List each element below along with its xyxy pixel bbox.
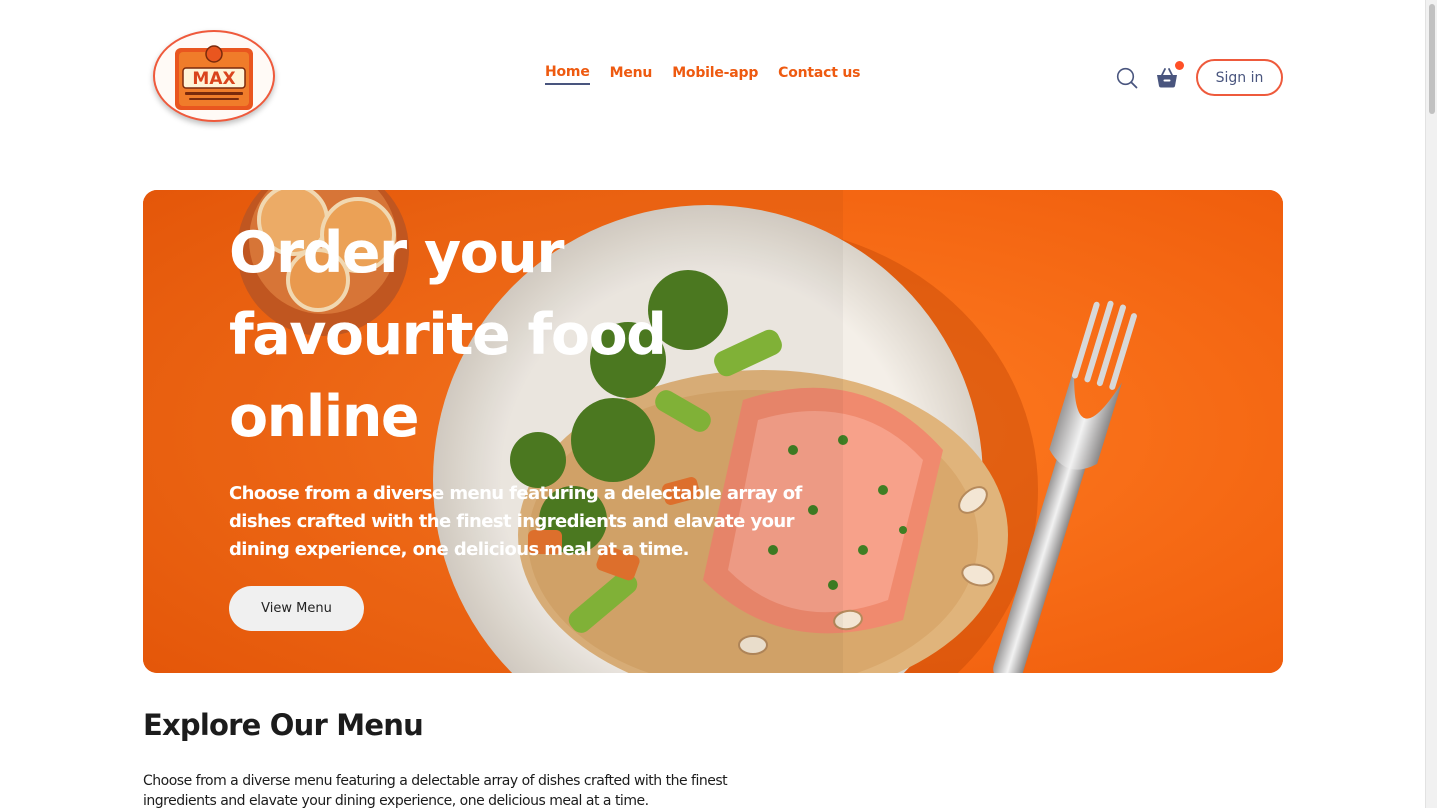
nav-link-menu[interactable]: Menu — [610, 65, 653, 84]
search-button[interactable] — [1114, 65, 1140, 91]
nav-link-home[interactable]: Home — [545, 64, 590, 85]
explore-menu-description: Choose from a diverse menu featuring a d… — [143, 773, 728, 808]
explore-menu-title: Explore Our Menu — [143, 708, 424, 742]
nav-link-mobile-app[interactable]: Mobile-app — [672, 65, 758, 84]
cart-indicator-dot — [1175, 60, 1184, 70]
sign-in-button[interactable]: Sign in — [1196, 59, 1283, 96]
scrollbar-thumb[interactable] — [1429, 4, 1435, 114]
page-scrollbar[interactable] — [1425, 0, 1437, 808]
main-nav: Home Menu Mobile-app Contact us — [545, 64, 861, 85]
hero-banner: Order your favourite food online Choose … — [143, 190, 1283, 673]
hero-description: Choose from a diverse menu featuring a d… — [229, 483, 802, 560]
cart-button[interactable] — [1154, 60, 1184, 91]
search-icon — [1116, 67, 1138, 88]
view-menu-button[interactable]: View Menu — [229, 586, 364, 631]
navbar: MAX Home Menu Mobile-app Contact us Sign… — [143, 28, 1283, 123]
logo-emblem-icon: MAX — [175, 45, 253, 110]
page: MAX Home Menu Mobile-app Contact us Sign… — [0, 0, 1437, 808]
brand-logo[interactable]: MAX — [153, 30, 275, 122]
hero-title: Order your favourite food online — [229, 220, 667, 450]
logo-text: MAX — [192, 69, 235, 89]
basket-icon — [1157, 67, 1177, 87]
nav-actions: Sign in — [1114, 59, 1283, 96]
nav-link-contact-us[interactable]: Contact us — [778, 65, 860, 84]
